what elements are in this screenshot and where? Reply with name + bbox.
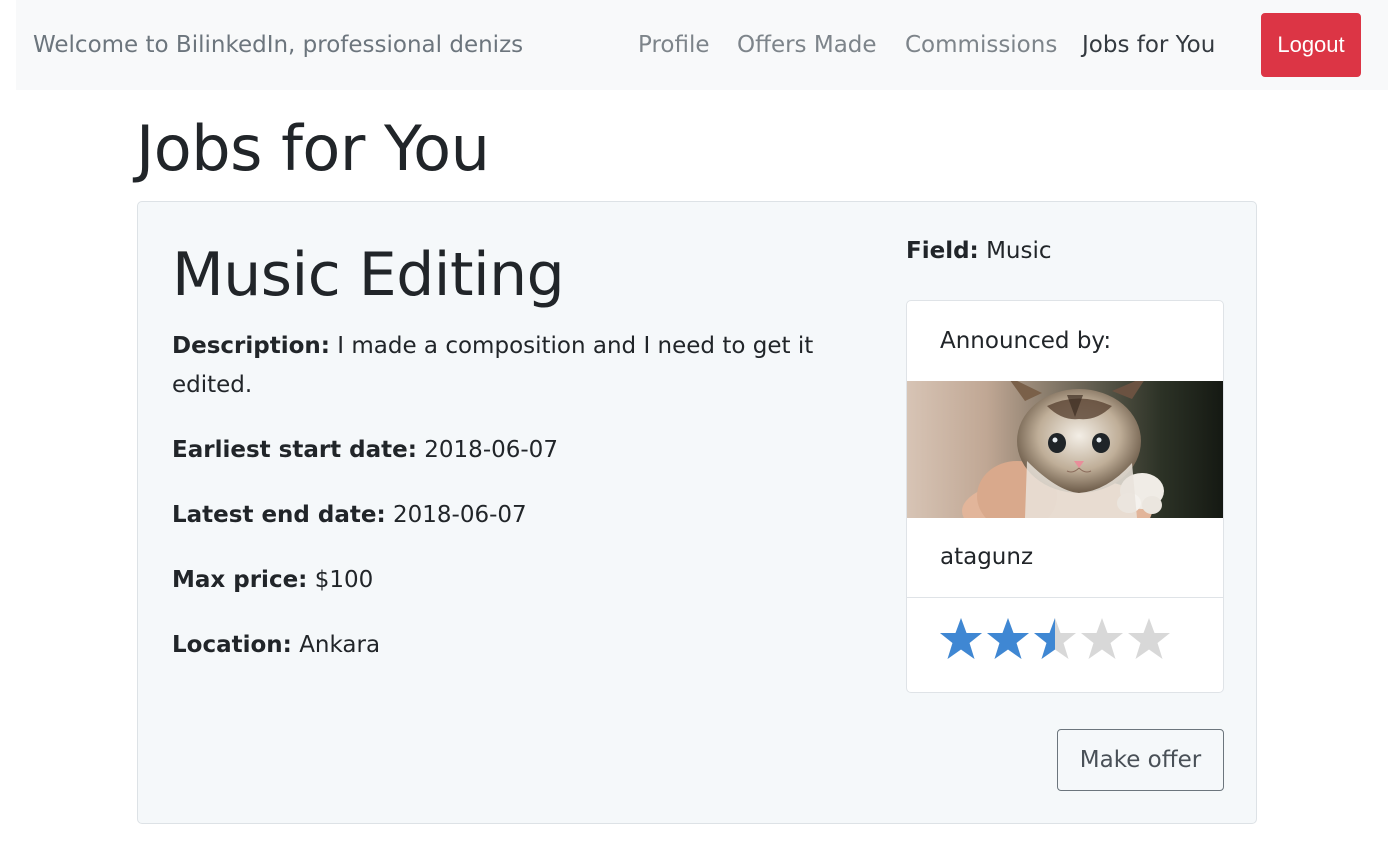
end-date-value: 2018-06-07: [393, 502, 527, 528]
navbar: Welcome to BilinkedIn, professional deni…: [16, 0, 1388, 90]
job-description: Description: I made a composition and I …: [172, 327, 832, 405]
job-field: Field: Music: [906, 238, 1052, 264]
star-icon: [987, 618, 1029, 659]
announcer-rating: [938, 615, 1172, 665]
job-max-price: Max price: $100: [172, 561, 373, 600]
description-label: Description:: [172, 333, 330, 359]
star-icon: [940, 618, 982, 659]
max-price-label: Max price:: [172, 567, 308, 593]
start-date-value: 2018-06-07: [424, 437, 558, 463]
job-title: Music Editing: [172, 240, 565, 310]
location-value: Ankara: [299, 632, 381, 658]
job-end-date: Latest end date: 2018-06-07: [172, 496, 527, 535]
end-date-label: Latest end date:: [172, 502, 386, 528]
star-icon: [1128, 618, 1170, 659]
nav-link-jobs-for-you[interactable]: Jobs for You: [1082, 32, 1215, 58]
announcer-photo[interactable]: [907, 381, 1223, 518]
logout-button[interactable]: Logout: [1261, 13, 1361, 77]
navbar-brand[interactable]: Welcome to BilinkedIn, professional deni…: [33, 32, 523, 58]
job-location: Location: Ankara: [172, 626, 380, 665]
kitten-photo-icon: [907, 381, 1223, 518]
divider: [907, 597, 1223, 598]
max-price-value: $100: [314, 567, 374, 593]
page-title: Jobs for You: [136, 112, 490, 185]
field-label: Field:: [906, 238, 979, 264]
announced-by-label: Announced by:: [940, 328, 1112, 354]
star-icon: [1034, 618, 1076, 659]
nav-link-offers-made[interactable]: Offers Made: [737, 32, 877, 58]
star-icon: [1081, 618, 1123, 659]
location-label: Location:: [172, 632, 292, 658]
start-date-label: Earliest start date:: [172, 437, 417, 463]
make-offer-button[interactable]: Make offer: [1057, 729, 1224, 791]
job-card: Music Editing Description: I made a comp…: [137, 201, 1257, 824]
announcer-username[interactable]: atagunz: [940, 544, 1033, 570]
field-value: Music: [986, 238, 1052, 264]
announcer-card: Announced by: atagunz: [906, 300, 1224, 693]
nav-link-profile[interactable]: Profile: [638, 32, 710, 58]
job-start-date: Earliest start date: 2018-06-07: [172, 431, 558, 470]
nav-link-commissions[interactable]: Commissions: [905, 32, 1057, 58]
